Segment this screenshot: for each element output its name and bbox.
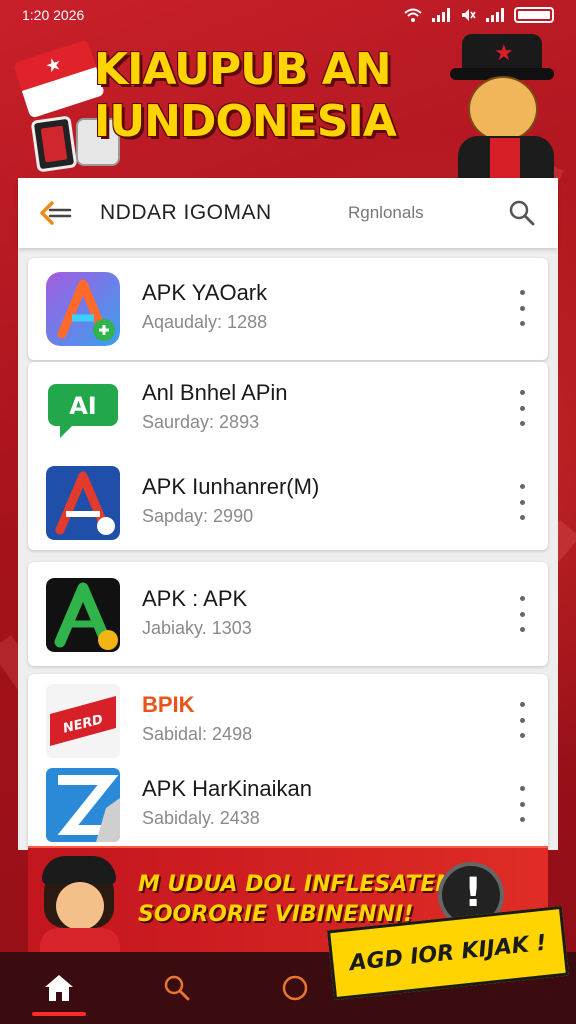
more-options-icon[interactable]: [512, 786, 532, 822]
more-options-icon[interactable]: [512, 596, 532, 632]
list-item[interactable]: APK : APK Jabiaky. 1303: [28, 568, 548, 660]
indonesia-flag-icon: ★: [12, 39, 106, 119]
status-bar: 1:20 2026: [0, 0, 576, 30]
app-meta: Jabiaky. 1303: [142, 618, 252, 638]
list-item[interactable]: APK HarKinaikan Sabidaly. 2438: [28, 758, 548, 850]
signal-icon-2: [486, 8, 504, 22]
app-name: APK YAOark: [142, 280, 268, 305]
list-item[interactable]: AI Anl Bnhel APin Saurday: 2893: [28, 362, 548, 454]
home-icon: [45, 975, 73, 1001]
signal-icon: [432, 8, 450, 22]
app-card: APK YAOark Aqaudaly: 1288: [28, 258, 548, 360]
wifi-icon: [404, 8, 422, 22]
list-item[interactable]: APK YAOark Aqaudaly: 1288: [28, 262, 548, 354]
search-icon: [164, 975, 190, 1001]
battery-icon: [514, 7, 554, 23]
promo-line1: M UDUA DOL INFLESATEN: [138, 872, 454, 897]
more-options-icon[interactable]: [512, 390, 532, 426]
gradient-a-icon: [46, 272, 120, 346]
app-name: APK HarKinaikan: [142, 776, 312, 801]
banner-title-line2: IUNDONESIA: [94, 96, 397, 147]
search-icon[interactable]: [504, 195, 540, 231]
girl-illustration: [30, 856, 126, 952]
circle-icon: [282, 975, 308, 1001]
blue-z-icon: [46, 768, 120, 842]
nav-home[interactable]: [0, 952, 118, 1024]
more-options-icon[interactable]: [512, 290, 532, 326]
green-chat-icon: AI: [46, 372, 120, 446]
green-a-icon: [46, 578, 120, 652]
app-meta: Sapday: 2990: [142, 506, 254, 526]
back-arrow-icon[interactable]: [36, 193, 76, 233]
app-name: APK : APK: [142, 586, 248, 611]
more-options-icon[interactable]: [512, 484, 532, 520]
phone-illustration: [30, 115, 78, 173]
app-name: Anl Bnhel APin: [142, 380, 288, 405]
app-list-panel: NDDAR IGOMAN Rgnlonals APK YAOark Aqauda…: [18, 178, 558, 850]
nav-search[interactable]: [118, 952, 236, 1024]
app-card: APK : APK Jabiaky. 1303: [28, 562, 548, 666]
top-app-bar: NDDAR IGOMAN Rgnlonals: [18, 178, 558, 248]
app-meta: Sabidaly. 2438: [142, 808, 260, 828]
red-tag-icon: NERD: [46, 684, 120, 758]
region-filter-button[interactable]: Rgnlonals: [348, 203, 468, 223]
hero-banner: ★ KIAUPUB AN IUNDONESIA ★: [12, 30, 560, 180]
more-options-icon[interactable]: [512, 702, 532, 738]
app-meta: Aqaudaly: 1288: [142, 312, 268, 332]
banner-title-line1: KIAUPUB AN: [94, 44, 392, 95]
status-time: 1:20 2026: [22, 7, 85, 23]
blue-a-icon: [46, 466, 120, 540]
app-name: BPIK: [142, 692, 195, 717]
status-icons: [404, 7, 554, 23]
mascot-illustration: ★: [440, 30, 560, 180]
banner-title: KIAUPUB AN IUNDONESIA: [94, 44, 474, 148]
app-meta: Sabidal: 2498: [142, 724, 253, 744]
app-meta: Saurday: 2893: [142, 412, 260, 432]
app-name: APK Iunhanrer(M): [142, 474, 320, 499]
app-card: AI Anl Bnhel APin Saurday: 2893 APK Iunh…: [28, 362, 548, 550]
mute-icon: [462, 9, 476, 21]
page-title: NDDAR IGOMAN: [100, 201, 272, 224]
list-item[interactable]: APK Iunhanrer(M) Sapday: 2990: [28, 456, 548, 548]
app-card: NERD BPIK Sabidal: 2498 APK HarKinaikan …: [28, 674, 548, 850]
svg-text:AI: AI: [69, 392, 97, 420]
list-item[interactable]: NERD BPIK Sabidal: 2498: [28, 674, 548, 766]
